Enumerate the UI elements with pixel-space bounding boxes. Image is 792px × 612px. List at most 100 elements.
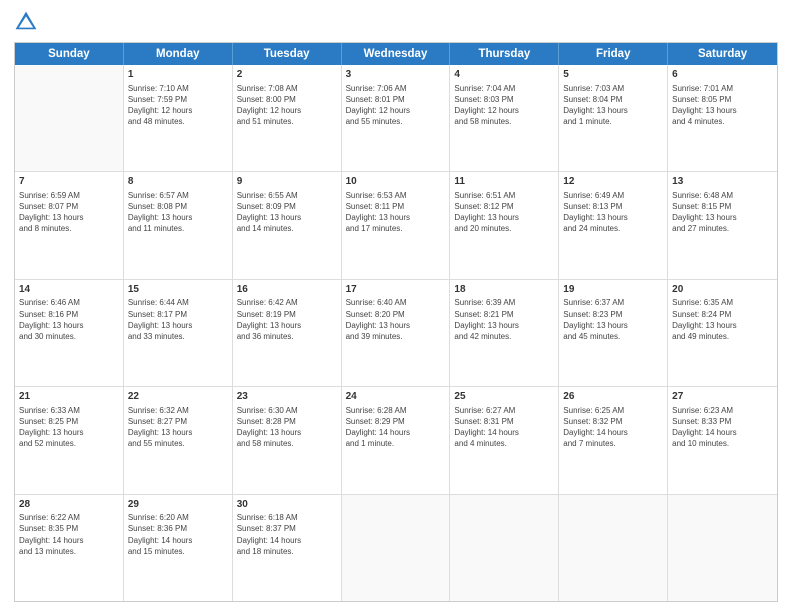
day-info: Sunrise: 6:49 AM Sunset: 8:13 PM Dayligh… [563, 190, 663, 235]
day-number: 15 [128, 283, 228, 297]
day-info: Sunrise: 6:39 AM Sunset: 8:21 PM Dayligh… [454, 297, 554, 342]
calendar-week-1: 1Sunrise: 7:10 AM Sunset: 7:59 PM Daylig… [15, 65, 777, 172]
header-day-tuesday: Tuesday [233, 43, 342, 65]
day-number: 22 [128, 390, 228, 404]
calendar-week-3: 14Sunrise: 6:46 AM Sunset: 8:16 PM Dayli… [15, 280, 777, 387]
day-number: 29 [128, 498, 228, 512]
day-number: 17 [346, 283, 446, 297]
day-info: Sunrise: 6:57 AM Sunset: 8:08 PM Dayligh… [128, 190, 228, 235]
day-info: Sunrise: 6:27 AM Sunset: 8:31 PM Dayligh… [454, 405, 554, 450]
day-info: Sunrise: 6:46 AM Sunset: 8:16 PM Dayligh… [19, 297, 119, 342]
calendar-cell [668, 495, 777, 601]
header-day-sunday: Sunday [15, 43, 124, 65]
day-number: 25 [454, 390, 554, 404]
calendar-cell: 25Sunrise: 6:27 AM Sunset: 8:31 PM Dayli… [450, 387, 559, 493]
calendar-week-2: 7Sunrise: 6:59 AM Sunset: 8:07 PM Daylig… [15, 172, 777, 279]
day-number: 9 [237, 175, 337, 189]
calendar-week-4: 21Sunrise: 6:33 AM Sunset: 8:25 PM Dayli… [15, 387, 777, 494]
day-info: Sunrise: 6:40 AM Sunset: 8:20 PM Dayligh… [346, 297, 446, 342]
day-number: 11 [454, 175, 554, 189]
day-number: 30 [237, 498, 337, 512]
calendar-cell: 30Sunrise: 6:18 AM Sunset: 8:37 PM Dayli… [233, 495, 342, 601]
calendar-cell: 10Sunrise: 6:53 AM Sunset: 8:11 PM Dayli… [342, 172, 451, 278]
header-day-thursday: Thursday [450, 43, 559, 65]
day-number: 7 [19, 175, 119, 189]
day-info: Sunrise: 7:04 AM Sunset: 8:03 PM Dayligh… [454, 83, 554, 128]
day-number: 23 [237, 390, 337, 404]
day-info: Sunrise: 6:18 AM Sunset: 8:37 PM Dayligh… [237, 512, 337, 557]
calendar-cell: 12Sunrise: 6:49 AM Sunset: 8:13 PM Dayli… [559, 172, 668, 278]
calendar-cell [342, 495, 451, 601]
day-number: 26 [563, 390, 663, 404]
header-day-saturday: Saturday [668, 43, 777, 65]
day-info: Sunrise: 7:03 AM Sunset: 8:04 PM Dayligh… [563, 83, 663, 128]
day-info: Sunrise: 6:33 AM Sunset: 8:25 PM Dayligh… [19, 405, 119, 450]
day-number: 2 [237, 68, 337, 82]
day-number: 21 [19, 390, 119, 404]
calendar-cell: 2Sunrise: 7:08 AM Sunset: 8:00 PM Daylig… [233, 65, 342, 171]
calendar-body: 1Sunrise: 7:10 AM Sunset: 7:59 PM Daylig… [15, 65, 777, 601]
day-info: Sunrise: 6:22 AM Sunset: 8:35 PM Dayligh… [19, 512, 119, 557]
calendar-cell: 4Sunrise: 7:04 AM Sunset: 8:03 PM Daylig… [450, 65, 559, 171]
calendar-cell: 19Sunrise: 6:37 AM Sunset: 8:23 PM Dayli… [559, 280, 668, 386]
day-info: Sunrise: 6:59 AM Sunset: 8:07 PM Dayligh… [19, 190, 119, 235]
calendar-cell: 11Sunrise: 6:51 AM Sunset: 8:12 PM Dayli… [450, 172, 559, 278]
calendar-header-row: SundayMondayTuesdayWednesdayThursdayFrid… [15, 43, 777, 65]
day-info: Sunrise: 7:10 AM Sunset: 7:59 PM Dayligh… [128, 83, 228, 128]
day-info: Sunrise: 6:20 AM Sunset: 8:36 PM Dayligh… [128, 512, 228, 557]
day-info: Sunrise: 6:42 AM Sunset: 8:19 PM Dayligh… [237, 297, 337, 342]
day-number: 20 [672, 283, 773, 297]
calendar-cell: 8Sunrise: 6:57 AM Sunset: 8:08 PM Daylig… [124, 172, 233, 278]
day-number: 1 [128, 68, 228, 82]
logo [14, 10, 42, 34]
day-info: Sunrise: 6:48 AM Sunset: 8:15 PM Dayligh… [672, 190, 773, 235]
day-number: 10 [346, 175, 446, 189]
logo-icon [14, 10, 38, 34]
calendar-cell: 7Sunrise: 6:59 AM Sunset: 8:07 PM Daylig… [15, 172, 124, 278]
calendar-cell: 9Sunrise: 6:55 AM Sunset: 8:09 PM Daylig… [233, 172, 342, 278]
calendar-cell: 18Sunrise: 6:39 AM Sunset: 8:21 PM Dayli… [450, 280, 559, 386]
page: SundayMondayTuesdayWednesdayThursdayFrid… [0, 0, 792, 612]
calendar-cell: 24Sunrise: 6:28 AM Sunset: 8:29 PM Dayli… [342, 387, 451, 493]
day-info: Sunrise: 6:37 AM Sunset: 8:23 PM Dayligh… [563, 297, 663, 342]
calendar-cell: 5Sunrise: 7:03 AM Sunset: 8:04 PM Daylig… [559, 65, 668, 171]
day-info: Sunrise: 6:55 AM Sunset: 8:09 PM Dayligh… [237, 190, 337, 235]
day-number: 24 [346, 390, 446, 404]
day-number: 14 [19, 283, 119, 297]
day-number: 4 [454, 68, 554, 82]
calendar-cell: 20Sunrise: 6:35 AM Sunset: 8:24 PM Dayli… [668, 280, 777, 386]
day-number: 5 [563, 68, 663, 82]
calendar-cell [450, 495, 559, 601]
day-info: Sunrise: 6:51 AM Sunset: 8:12 PM Dayligh… [454, 190, 554, 235]
day-number: 19 [563, 283, 663, 297]
calendar-cell: 23Sunrise: 6:30 AM Sunset: 8:28 PM Dayli… [233, 387, 342, 493]
day-info: Sunrise: 6:30 AM Sunset: 8:28 PM Dayligh… [237, 405, 337, 450]
calendar-cell: 6Sunrise: 7:01 AM Sunset: 8:05 PM Daylig… [668, 65, 777, 171]
calendar-cell: 28Sunrise: 6:22 AM Sunset: 8:35 PM Dayli… [15, 495, 124, 601]
calendar: SundayMondayTuesdayWednesdayThursdayFrid… [14, 42, 778, 602]
header-day-wednesday: Wednesday [342, 43, 451, 65]
day-info: Sunrise: 7:01 AM Sunset: 8:05 PM Dayligh… [672, 83, 773, 128]
header [14, 10, 778, 34]
header-day-monday: Monday [124, 43, 233, 65]
calendar-cell [559, 495, 668, 601]
calendar-cell: 15Sunrise: 6:44 AM Sunset: 8:17 PM Dayli… [124, 280, 233, 386]
calendar-cell: 27Sunrise: 6:23 AM Sunset: 8:33 PM Dayli… [668, 387, 777, 493]
header-day-friday: Friday [559, 43, 668, 65]
calendar-cell [15, 65, 124, 171]
day-info: Sunrise: 7:08 AM Sunset: 8:00 PM Dayligh… [237, 83, 337, 128]
calendar-cell: 13Sunrise: 6:48 AM Sunset: 8:15 PM Dayli… [668, 172, 777, 278]
calendar-week-5: 28Sunrise: 6:22 AM Sunset: 8:35 PM Dayli… [15, 495, 777, 601]
day-number: 27 [672, 390, 773, 404]
day-number: 8 [128, 175, 228, 189]
calendar-cell: 16Sunrise: 6:42 AM Sunset: 8:19 PM Dayli… [233, 280, 342, 386]
day-info: Sunrise: 6:23 AM Sunset: 8:33 PM Dayligh… [672, 405, 773, 450]
day-number: 28 [19, 498, 119, 512]
day-info: Sunrise: 6:28 AM Sunset: 8:29 PM Dayligh… [346, 405, 446, 450]
calendar-cell: 21Sunrise: 6:33 AM Sunset: 8:25 PM Dayli… [15, 387, 124, 493]
day-number: 3 [346, 68, 446, 82]
day-number: 18 [454, 283, 554, 297]
calendar-cell: 14Sunrise: 6:46 AM Sunset: 8:16 PM Dayli… [15, 280, 124, 386]
calendar-cell: 17Sunrise: 6:40 AM Sunset: 8:20 PM Dayli… [342, 280, 451, 386]
day-number: 13 [672, 175, 773, 189]
